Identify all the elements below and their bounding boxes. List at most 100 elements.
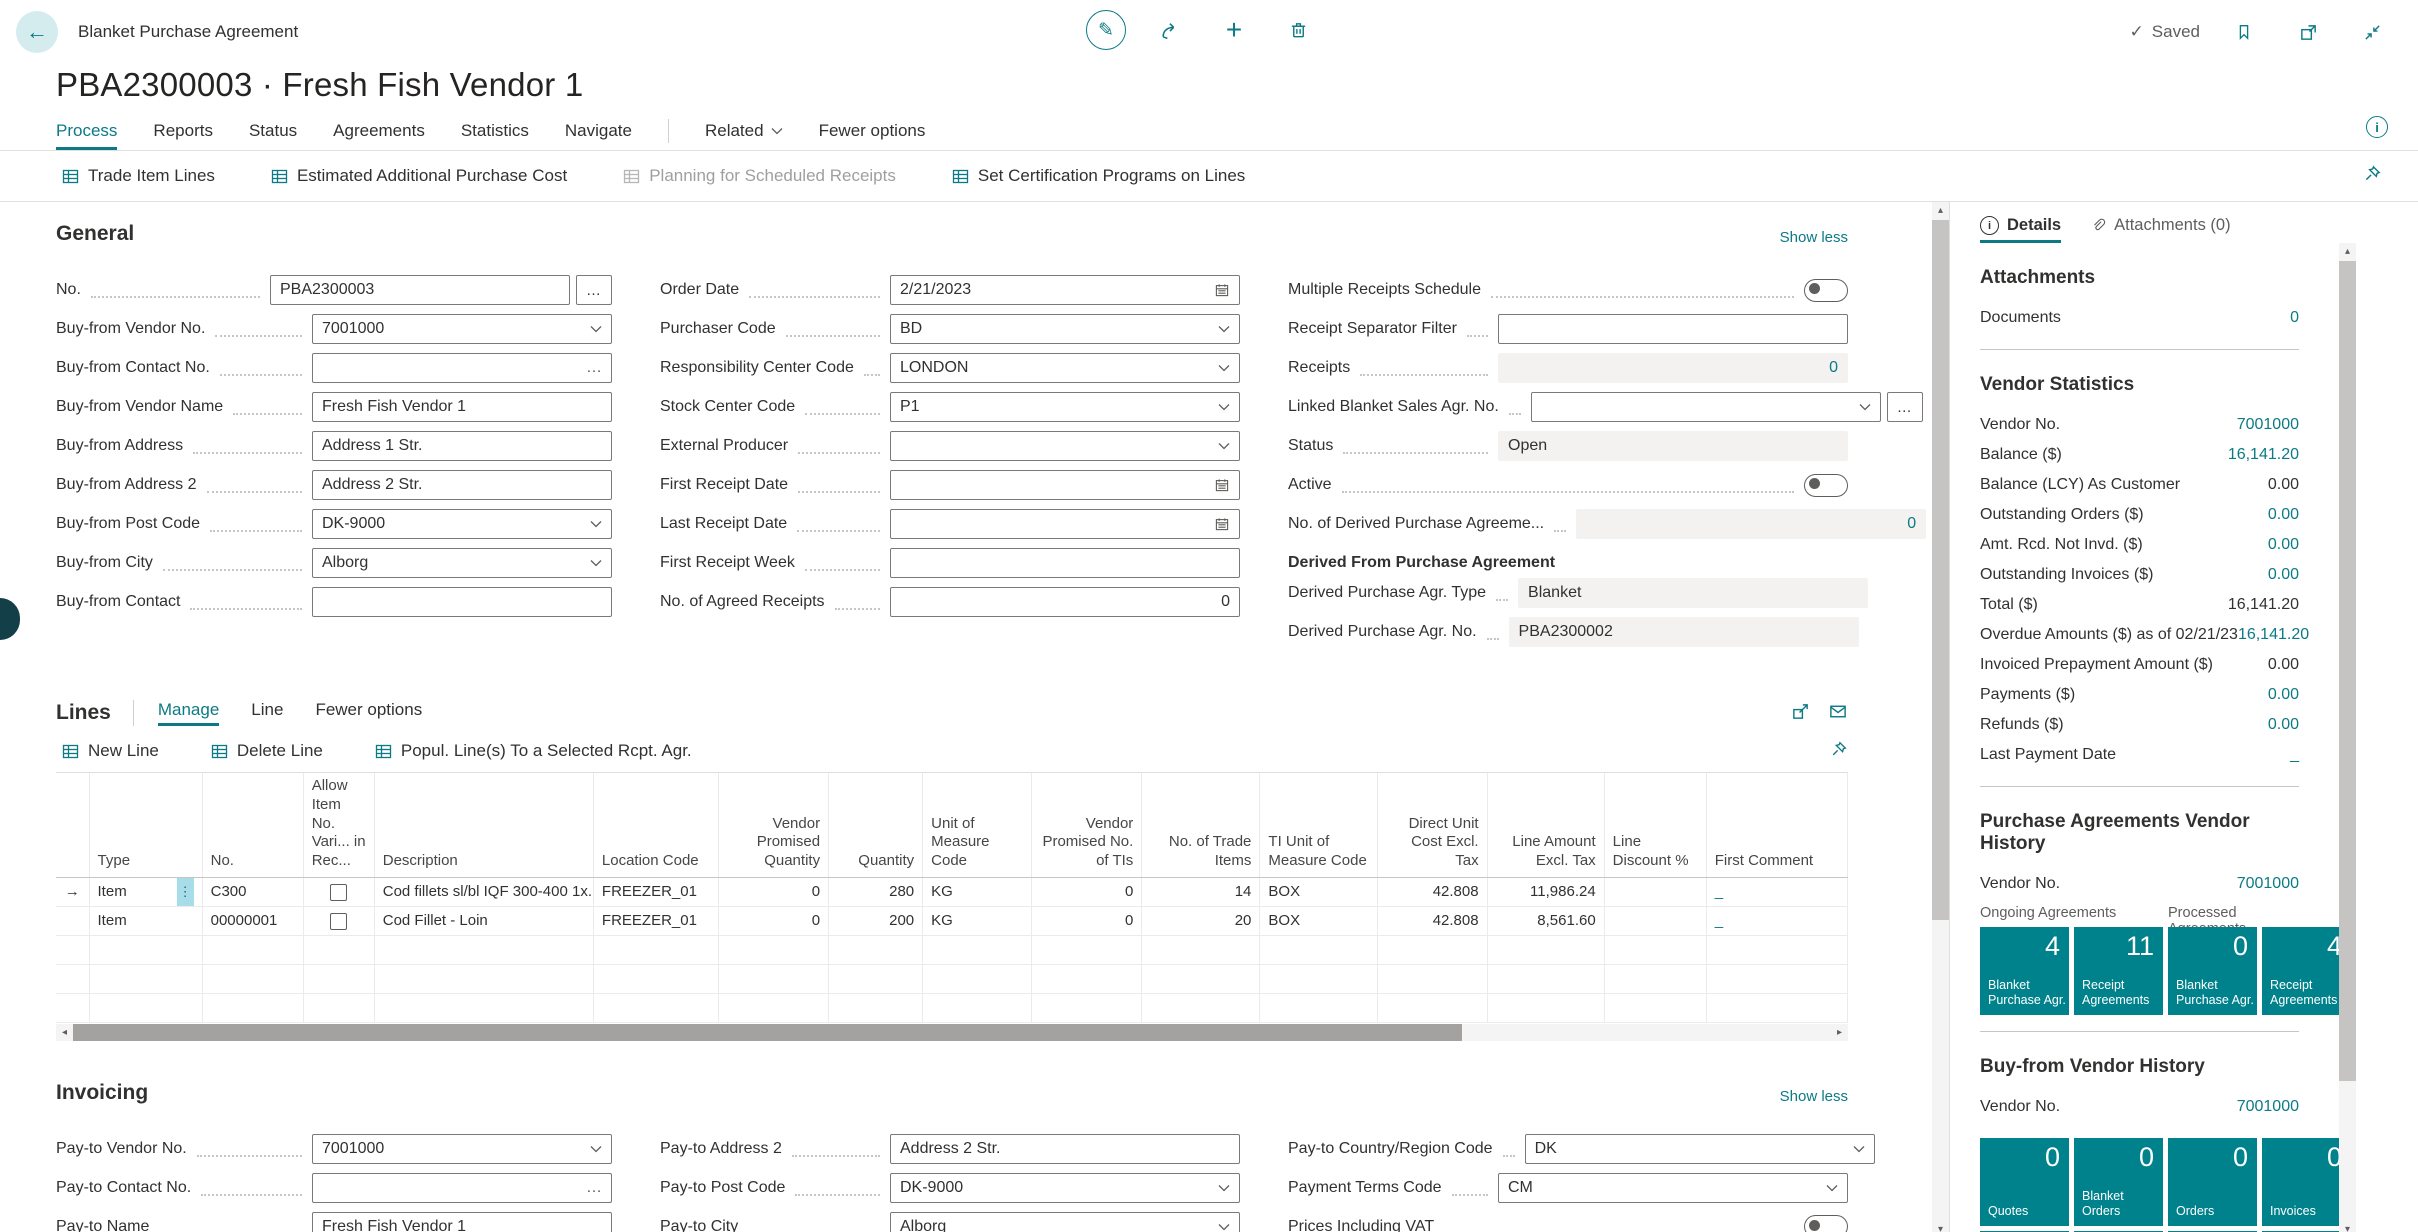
- tab-reports[interactable]: Reports: [153, 121, 213, 150]
- cell-trade-items[interactable]: 14: [1141, 877, 1261, 907]
- cell-type[interactable]: Item: [89, 906, 203, 936]
- empty-cell[interactable]: [593, 964, 720, 994]
- cue-tile-invoices[interactable]: 0 Invoices: [2262, 1138, 2339, 1226]
- empty-cell[interactable]: [922, 935, 1033, 965]
- empty-cell[interactable]: [1487, 993, 1605, 1023]
- empty-cell[interactable]: [374, 935, 594, 965]
- ellipsis-icon[interactable]: …: [586, 1179, 602, 1197]
- empty-cell[interactable]: [1604, 993, 1707, 1023]
- empty-cell[interactable]: [593, 993, 720, 1023]
- field-input[interactable]: [1498, 314, 1848, 344]
- factbox-row-value[interactable]: 7001000: [2237, 1098, 2299, 1116]
- column-header-no[interactable]: No.: [202, 773, 304, 878]
- empty-cell[interactable]: [89, 935, 203, 965]
- chevron-down-icon[interactable]: [1218, 1223, 1230, 1231]
- share-button[interactable]: [1150, 10, 1190, 50]
- scrollbar-thumb[interactable]: [73, 1023, 1462, 1041]
- field-input[interactable]: DK: [1524, 1133, 1875, 1164]
- lines-menu-line[interactable]: Line: [251, 700, 283, 726]
- action-new-line[interactable]: New Line: [56, 740, 165, 762]
- empty-cell[interactable]: [202, 935, 304, 965]
- empty-cell[interactable]: [1259, 964, 1378, 994]
- factbox-row-value[interactable]: 16,141.20: [2238, 626, 2309, 644]
- empty-cell[interactable]: [1487, 935, 1605, 965]
- horizontal-scrollbar[interactable]: ◂ ▸: [56, 1023, 1848, 1041]
- calendar-icon[interactable]: [1214, 516, 1230, 532]
- empty-cell[interactable]: [202, 964, 304, 994]
- lines-menu-fewer-options[interactable]: Fewer options: [315, 700, 422, 726]
- field-input[interactable]: [890, 431, 1240, 461]
- field-input[interactable]: [1530, 392, 1881, 422]
- column-header-type[interactable]: Type: [89, 773, 203, 878]
- action-set-certification-programs-on-lines[interactable]: Set Certification Programs on Lines: [946, 165, 1251, 187]
- field-input[interactable]: PBA2300003: [270, 275, 570, 305]
- factbox-row-value[interactable]: 7001000: [2237, 416, 2299, 434]
- cue-tile-receipt-agreements[interactable]: 4 Receipt Agreements: [2262, 927, 2339, 1015]
- column-header-first-comment[interactable]: First Comment: [1706, 773, 1849, 878]
- column-header-allow-item-no-vari-in-rec[interactable]: Allow Item No. Vari... in Rec...: [303, 773, 375, 878]
- action-delete-line[interactable]: Delete Line: [205, 740, 329, 762]
- empty-cell[interactable]: [828, 935, 924, 965]
- field-input[interactable]: LONDON: [890, 353, 1240, 383]
- scroll-left-arrow[interactable]: ◂: [56, 1023, 73, 1041]
- new-button[interactable]: +: [1214, 10, 1254, 50]
- cell-allow-item-variant[interactable]: [303, 877, 375, 907]
- chevron-down-icon[interactable]: [1853, 1145, 1865, 1153]
- cell-location[interactable]: FREEZER_01: [593, 906, 720, 936]
- empty-cell[interactable]: [303, 993, 375, 1023]
- cell-description[interactable]: Cod fillets sl/bl IQF 300-400 1x...: [374, 877, 594, 907]
- calendar-icon[interactable]: [1214, 282, 1230, 298]
- edit-button[interactable]: ✎: [1086, 10, 1126, 50]
- cue-tile-blanket-purchase-agr[interactable]: 4 Blanket Purchase Agr.: [1980, 927, 2069, 1015]
- empty-cell[interactable]: [718, 964, 830, 994]
- empty-cell[interactable]: [593, 935, 720, 965]
- field-input[interactable]: Alborg: [890, 1211, 1240, 1232]
- factbox-vertical-scrollbar[interactable]: ▴ ▾: [2339, 243, 2356, 1232]
- field-input[interactable]: Address 1 Str.: [312, 431, 612, 461]
- factbox-row-value[interactable]: 0.00: [2268, 566, 2299, 584]
- empty-cell[interactable]: [1141, 964, 1261, 994]
- collapse-button[interactable]: [2352, 12, 2392, 52]
- field-input[interactable]: CM: [1498, 1172, 1848, 1203]
- empty-cell[interactable]: [1031, 993, 1143, 1023]
- column-header-no-of-trade-items[interactable]: No. of Trade Items: [1141, 773, 1261, 878]
- toggle-switch-off[interactable]: [1804, 473, 1848, 497]
- scroll-right-arrow[interactable]: ▸: [1831, 1023, 1848, 1041]
- field-input[interactable]: DK-9000: [890, 1172, 1240, 1203]
- tab-agreements[interactable]: Agreements: [333, 121, 425, 150]
- empty-cell[interactable]: [1604, 964, 1707, 994]
- factbox-row-value[interactable]: 0.00: [2268, 686, 2299, 704]
- cell-vendor-promised-tis[interactable]: 0: [1031, 906, 1143, 936]
- tab-process[interactable]: Process: [56, 121, 118, 150]
- empty-cell[interactable]: [718, 993, 830, 1023]
- cell-vendor-promised-tis[interactable]: 0: [1031, 877, 1143, 907]
- empty-cell[interactable]: [922, 964, 1033, 994]
- empty-cell[interactable]: [922, 993, 1033, 1023]
- lines-menu-manage[interactable]: Manage: [157, 700, 220, 726]
- column-header-description[interactable]: Description: [374, 773, 594, 878]
- field-input[interactable]: [890, 470, 1240, 500]
- cue-tile-blanket-orders[interactable]: 0 Blanket Orders: [2074, 1138, 2163, 1226]
- empty-cell[interactable]: [1706, 935, 1849, 965]
- chevron-down-icon[interactable]: [1859, 403, 1871, 411]
- general-show-less-link[interactable]: Show less: [1780, 229, 1848, 246]
- table-empty-row[interactable]: [56, 993, 1849, 1023]
- main-vertical-scrollbar[interactable]: ▴ ▾: [1932, 202, 1949, 1232]
- cell-no[interactable]: C300: [202, 877, 304, 907]
- scroll-up-arrow[interactable]: ▴: [1932, 202, 1949, 219]
- tab-navigate[interactable]: Navigate: [565, 121, 632, 150]
- cell-line-discount[interactable]: [1604, 877, 1707, 907]
- chevron-down-icon[interactable]: [1826, 1184, 1838, 1192]
- action-estimated-additional-purchase-cost[interactable]: Estimated Additional Purchase Cost: [265, 165, 573, 187]
- empty-cell[interactable]: [1377, 993, 1488, 1023]
- empty-cell[interactable]: [1706, 993, 1849, 1023]
- scrollbar-thumb[interactable]: [2339, 261, 2356, 1081]
- toggle-switch-off[interactable]: [1804, 278, 1848, 302]
- empty-cell[interactable]: [1031, 964, 1143, 994]
- column-header-direct-unit-cost-excl-tax[interactable]: Direct Unit Cost Excl. Tax: [1377, 773, 1488, 878]
- column-header-line-amount-excl-tax[interactable]: Line Amount Excl. Tax: [1487, 773, 1605, 878]
- empty-cell[interactable]: [1604, 935, 1707, 965]
- field-input[interactable]: …: [312, 353, 612, 383]
- empty-cell[interactable]: [1259, 993, 1378, 1023]
- tab-statistics[interactable]: Statistics: [461, 121, 529, 150]
